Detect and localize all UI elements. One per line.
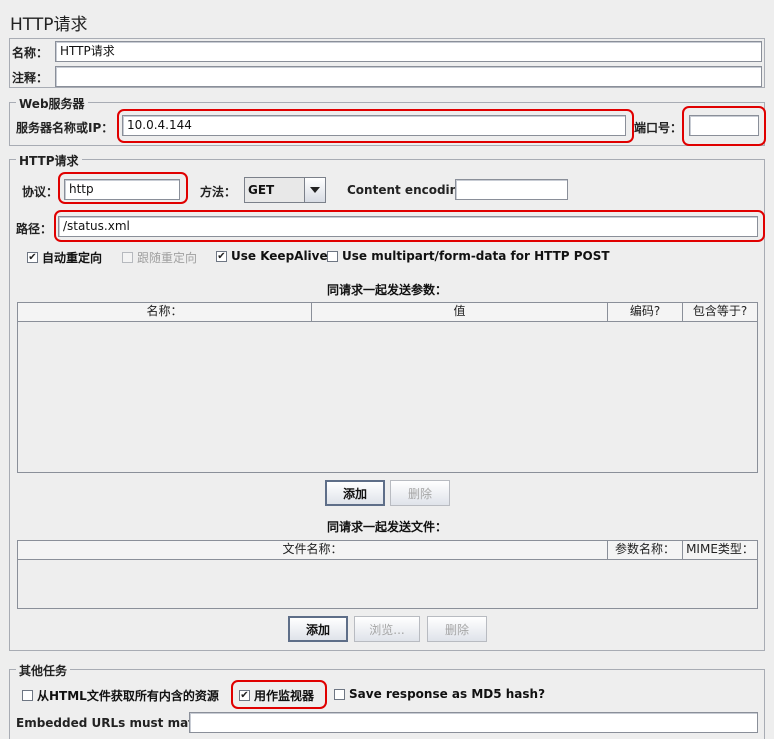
other-tasks-legend: 其他任务 (16, 662, 71, 679)
encoding-input[interactable] (455, 179, 568, 200)
comment-input[interactable] (55, 66, 762, 87)
checkbox-follow-redirect[interactable] (122, 252, 133, 263)
params-table[interactable]: 名称： 值 编码? 包含等于? (17, 302, 758, 473)
params-col-value[interactable]: 值 (312, 303, 608, 321)
params-add-button[interactable]: 添加 (325, 480, 385, 506)
files-table[interactable]: 文件名称： 参数名称： MIME类型： (17, 540, 758, 609)
redirect-auto-option[interactable]: ✔ 自动重定向 (27, 249, 102, 266)
embedded-resources-label: 从HTML文件获取所有内含的资源 (37, 689, 219, 703)
follow-redirect-option[interactable]: 跟随重定向 (122, 249, 197, 266)
md5-option[interactable]: Save response as MD5 hash? (334, 687, 545, 701)
port-input[interactable] (689, 115, 759, 136)
params-table-header: 名称： 值 编码? 包含等于? (18, 303, 757, 322)
checkbox-multipart[interactable] (327, 250, 338, 262)
embedded-urls-input[interactable] (189, 712, 758, 733)
files-col-mimetype[interactable]: MIME类型： (683, 541, 757, 559)
method-select[interactable]: GET (244, 177, 326, 203)
files-delete-button[interactable]: 删除 (427, 616, 487, 642)
params-col-name[interactable]: 名称： (18, 303, 312, 321)
keepalive-label: Use KeepAlive (231, 249, 328, 263)
server-label: 服务器名称或IP： (16, 121, 114, 135)
checkbox-monitor[interactable]: ✔ (239, 690, 250, 701)
files-title: 同请求一起发送文件： (326, 520, 447, 534)
name-input[interactable]: HTTP请求 (55, 41, 762, 62)
embedded-urls-label: Embedded URLs must match: (16, 716, 215, 730)
checkbox-redirect-auto[interactable]: ✔ (27, 252, 38, 263)
params-col-include-equals[interactable]: 包含等于? (683, 303, 757, 321)
embedded-resources-option[interactable]: 从HTML文件获取所有内含的资源 (22, 687, 219, 704)
encoding-label: Content encoding: (347, 183, 472, 197)
redirect-auto-label: 自动重定向 (42, 251, 103, 265)
md5-label: Save response as MD5 hash? (349, 687, 546, 701)
server-input[interactable]: 10.0.4.144 (122, 115, 626, 136)
method-label: 方法： (200, 185, 237, 199)
comment-label: 注释： (12, 71, 49, 85)
files-table-header: 文件名称： 参数名称： MIME类型： (18, 541, 757, 560)
protocol-label: 协议： (22, 185, 59, 199)
http-request-legend: HTTP请求 (16, 152, 82, 169)
params-delete-button[interactable]: 删除 (390, 480, 450, 506)
params-col-encode[interactable]: 编码? (608, 303, 683, 321)
name-label: 名称： (12, 46, 49, 60)
monitor-label: 用作监视器 (254, 689, 315, 703)
files-browse-button[interactable]: 浏览... (354, 616, 420, 642)
multipart-label: Use multipart/form-data for HTTP POST (342, 249, 610, 263)
protocol-input[interactable]: http (64, 179, 180, 200)
follow-redirect-label: 跟随重定向 (137, 251, 198, 265)
multipart-option[interactable]: Use multipart/form-data for HTTP POST (327, 249, 610, 263)
files-add-button[interactable]: 添加 (288, 616, 348, 642)
path-input[interactable]: /status.xml (58, 216, 758, 237)
files-col-filename[interactable]: 文件名称： (18, 541, 608, 559)
files-col-paramname[interactable]: 参数名称： (608, 541, 683, 559)
page-title: HTTP请求 (10, 15, 88, 35)
checkbox-keepalive[interactable]: ✔ (216, 250, 227, 262)
checkbox-md5[interactable] (334, 688, 345, 700)
web-server-legend: Web服务器 (16, 95, 88, 112)
method-value: GET (248, 183, 275, 197)
path-label: 路径： (16, 222, 53, 236)
checkbox-embedded-resources[interactable] (22, 690, 33, 701)
params-title: 同请求一起发送参数： (326, 283, 447, 297)
keepalive-option[interactable]: ✔ Use KeepAlive (216, 249, 328, 263)
chevron-down-icon[interactable] (304, 178, 325, 202)
monitor-option[interactable]: ✔ 用作监视器 (239, 687, 314, 704)
port-label: 端口号： (634, 121, 683, 135)
